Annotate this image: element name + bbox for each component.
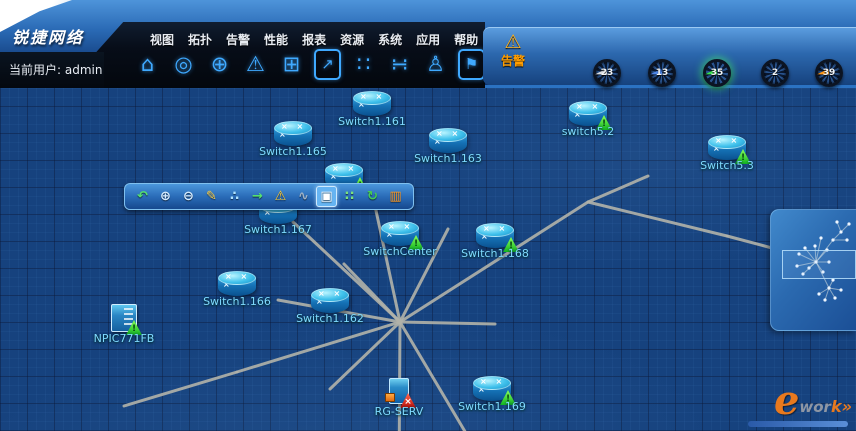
- quick-toolbar: ⌂ ◎ ⊕ ⚠ ⊞ ↗ ∷ ∺ ♙ ⚑: [134, 49, 485, 80]
- topology-layout-icon[interactable]: ∴: [224, 186, 245, 207]
- eworks-watermark: e wor k »: [692, 384, 852, 427]
- menu-item[interactable]: 视图: [150, 31, 174, 48]
- node-label: Switch5.3: [700, 159, 754, 172]
- menu-item[interactable]: 报表: [302, 31, 326, 48]
- zoom-in-icon[interactable]: ⊕: [155, 186, 176, 207]
- target-icon[interactable]: ⊕: [206, 49, 233, 80]
- menu-item[interactable]: 系统: [378, 31, 402, 48]
- gauge-value: 2: [764, 68, 786, 78]
- device-icon: [218, 271, 256, 297]
- switch-icon: [353, 91, 391, 117]
- node-label: Switch1.168: [461, 247, 529, 260]
- watermark-e: e: [774, 384, 799, 418]
- switch-icon: [311, 288, 349, 314]
- gauge-value: 35: [706, 68, 728, 78]
- switch-icon: [218, 271, 256, 297]
- watermark-k: k: [831, 400, 842, 418]
- zoom-out-icon[interactable]: ⊖: [178, 186, 199, 207]
- menu-item[interactable]: 应用: [416, 31, 440, 48]
- alarm-summary[interactable]: ⚠ 告警: [493, 32, 533, 69]
- alarm-view-icon[interactable]: ⚠: [270, 186, 291, 207]
- performance-view-icon[interactable]: ∿: [293, 186, 314, 207]
- device-icon: !: [381, 221, 419, 247]
- device-icon: [429, 128, 467, 154]
- warning-triangle-icon: ⚠: [493, 32, 533, 52]
- app-header: 锐捷网络 当前用户: admin 视图拓扑告警性能报表资源系统应用帮助 ⌂◎⊕⚠…: [0, 0, 856, 88]
- minimap-viewport[interactable]: [782, 250, 856, 279]
- device-icon: !: [476, 223, 514, 249]
- menu-item[interactable]: 性能: [264, 31, 288, 48]
- alarm-gauge[interactable]: 39: [815, 59, 843, 87]
- alarm-gauge[interactable]: 35: [703, 59, 731, 87]
- home-icon[interactable]: ⌂: [134, 49, 161, 80]
- node-label: NPIC771FB: [94, 332, 155, 345]
- alarm-label: 告警: [493, 52, 533, 69]
- alarm-gauge[interactable]: 13: [648, 59, 676, 87]
- switch-icon: [274, 121, 312, 147]
- device-icon: [274, 121, 312, 147]
- device-icon: !: [111, 304, 137, 332]
- brand-logo: 锐捷网络: [12, 24, 84, 48]
- server-badge-icon: [385, 393, 395, 402]
- node-label: Switch1.162: [296, 312, 364, 325]
- device-icon: [353, 91, 391, 117]
- refresh-icon[interactable]: ↻: [362, 186, 383, 207]
- gauge-value: 13: [651, 68, 673, 78]
- gauge-value: 39: [818, 68, 840, 78]
- device-icon: [311, 288, 349, 314]
- current-user-label: 当前用户: admin: [9, 61, 102, 78]
- menu-bar: 视图拓扑告警性能报表资源系统应用帮助: [150, 31, 478, 48]
- alarm-gauge[interactable]: 23: [593, 59, 621, 87]
- menu-item[interactable]: 拓扑: [188, 31, 212, 48]
- gauge-value: 23: [596, 68, 618, 78]
- arrange-icon[interactable]: ∷: [339, 186, 360, 207]
- minimap-panel[interactable]: [770, 209, 856, 331]
- exit-icon[interactable]: ▥: [385, 186, 406, 207]
- search-grid-icon[interactable]: ⊞: [278, 49, 305, 80]
- camera-icon[interactable]: ◎: [170, 49, 197, 80]
- session-icon[interactable]: ⚑: [458, 49, 485, 80]
- export-image-icon[interactable]: ▣: [316, 186, 337, 207]
- app-window: Switch1.161Switch1.165Switch1.163!switch…: [0, 0, 856, 431]
- alarm-icon[interactable]: ⚠: [242, 49, 269, 80]
- performance-chart-icon[interactable]: ↗: [314, 49, 341, 80]
- node-label: Switch1.161: [338, 115, 406, 128]
- device-icon: !: [569, 101, 607, 127]
- node-label: Switch1.166: [203, 295, 271, 308]
- move-icon[interactable]: →: [247, 186, 268, 207]
- topology-canvas[interactable]: Switch1.161Switch1.165Switch1.163!switch…: [0, 88, 856, 431]
- watermark-mid: wor: [799, 401, 831, 418]
- link-edit-icon[interactable]: ✎: [201, 186, 222, 207]
- node-label: Switch1.169: [458, 400, 526, 413]
- node-label: Switch1.167: [244, 223, 312, 236]
- node-label: switch5.2: [562, 125, 615, 138]
- menu-item[interactable]: 告警: [226, 31, 250, 48]
- alarm-gauge[interactable]: 2: [761, 59, 789, 87]
- watermark-arrow: »: [842, 400, 852, 418]
- undo-icon[interactable]: ↶: [132, 186, 153, 207]
- topology-toolbar: ↶⊕⊖✎∴→⚠∿▣∷↻▥: [124, 183, 414, 210]
- apps-add-icon[interactable]: ∺: [386, 49, 413, 80]
- menu-item[interactable]: 帮助: [454, 31, 478, 48]
- switch-icon: [429, 128, 467, 154]
- alarm-panel: ⚠ 告警 2313352396: [483, 27, 856, 85]
- node-label: Switch1.163: [414, 152, 482, 165]
- node-label: RG-SERV: [375, 405, 424, 418]
- menu-item[interactable]: 资源: [340, 31, 364, 48]
- node-label: SwitchCenter: [363, 245, 436, 258]
- device-icon: !: [708, 135, 746, 161]
- node-label: Switch1.165: [259, 145, 327, 158]
- device-icon: ×: [389, 378, 409, 404]
- apps-grid-icon[interactable]: ∷: [350, 49, 377, 80]
- user-icon[interactable]: ♙: [422, 49, 449, 80]
- device-icon: !: [473, 376, 511, 402]
